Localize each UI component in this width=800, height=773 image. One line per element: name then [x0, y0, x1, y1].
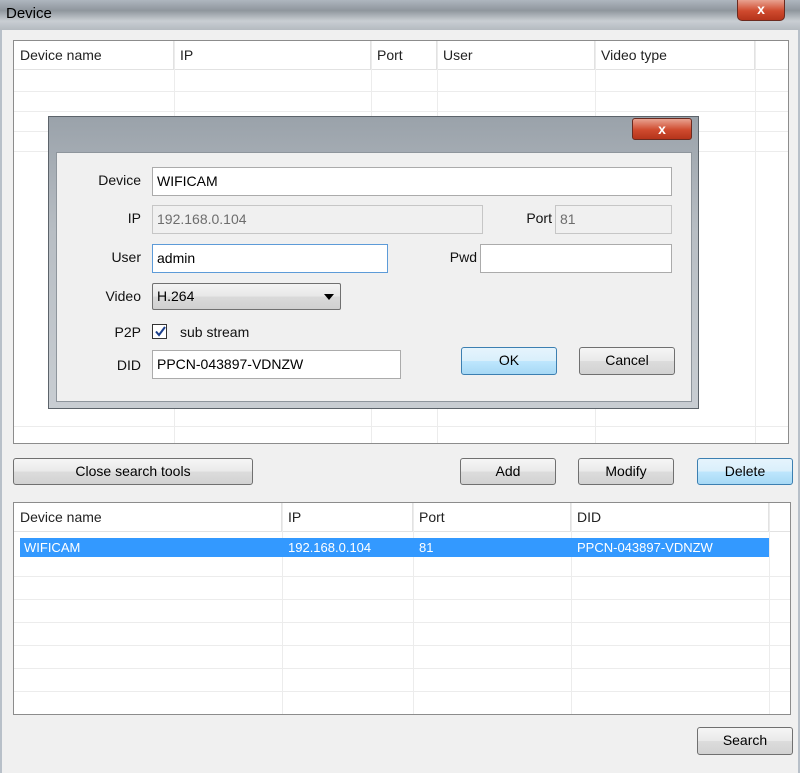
column-header-device-name[interactable]: Device name [14, 503, 282, 532]
column-header-did[interactable]: DID [571, 503, 769, 532]
grid-line [769, 503, 770, 714]
grid-line [14, 576, 790, 577]
table-row[interactable]: WIFICAM 192.168.0.104 81 PPCN-043897-VDN… [20, 538, 769, 557]
grid-line [571, 503, 572, 714]
sub-stream-checkbox[interactable] [152, 324, 167, 339]
device-label: Device [98, 172, 141, 188]
grid-line [14, 426, 788, 427]
user-label: User [111, 249, 141, 265]
device-list-table[interactable]: Device name IP Port DID WIFICAM 192.168.… [13, 502, 791, 715]
did-field[interactable]: PPCN-043897-VDNZW [152, 350, 401, 379]
window-close-button[interactable]: x [737, 0, 785, 21]
column-header-port[interactable]: Port [413, 503, 571, 532]
cell-did: PPCN-043897-VDNZW [577, 540, 713, 555]
ok-button[interactable]: OK [461, 347, 557, 375]
ip-label: IP [127, 210, 141, 226]
cancel-button[interactable]: Cancel [579, 347, 675, 375]
column-header-ip[interactable]: IP [174, 41, 371, 70]
video-type-value: H.264 [157, 288, 195, 304]
cell-device-name: WIFICAM [24, 540, 81, 555]
grid-line [14, 645, 790, 646]
checkmark-icon [155, 326, 166, 337]
device-name-field[interactable]: WIFICAM [152, 167, 672, 196]
pwd-label: Pwd [449, 249, 477, 265]
port-field: 81 [555, 205, 672, 234]
grid-line [14, 691, 790, 692]
grid-line [282, 503, 283, 714]
dialog-body: Device WIFICAM IP 192.168.0.104 Port 81 … [56, 152, 692, 402]
device-list-header: Device name IP Port DID [14, 503, 790, 532]
grid-line [14, 668, 790, 669]
sub-stream-label: sub stream [180, 324, 250, 340]
chevron-down-icon [324, 294, 334, 300]
device-edit-dialog: x Device WIFICAM IP 192.168.0.104 Port 8… [48, 116, 699, 409]
modify-button[interactable]: Modify [578, 458, 674, 485]
search-button[interactable]: Search [697, 727, 793, 755]
column-header-video-type[interactable]: Video type [595, 41, 755, 70]
grid-line [14, 91, 788, 92]
p2p-label: P2P [114, 324, 141, 340]
video-label: Video [105, 288, 141, 304]
window-title: Device [6, 5, 52, 22]
video-type-select[interactable]: H.264 [152, 283, 341, 310]
grid-line [14, 599, 790, 600]
ip-field: 192.168.0.104 [152, 205, 483, 234]
did-label: DID [116, 357, 141, 373]
column-header-device-name[interactable]: Device name [14, 41, 174, 70]
grid-line [413, 503, 414, 714]
column-header-ip[interactable]: IP [282, 503, 413, 532]
user-field[interactable]: admin [152, 244, 388, 273]
cell-ip: 192.168.0.104 [288, 540, 372, 555]
grid-line [14, 111, 788, 112]
add-button[interactable]: Add [460, 458, 556, 485]
column-header-user[interactable]: User [437, 41, 595, 70]
search-results-header: Device name IP Port User Video type [14, 41, 788, 70]
grid-line [755, 41, 756, 443]
close-icon: x [658, 121, 666, 137]
window-title-bar: Device x [0, 0, 800, 30]
column-header-port[interactable]: Port [371, 41, 437, 70]
grid-line [14, 622, 790, 623]
password-field[interactable] [480, 244, 672, 273]
close-search-tools-button[interactable]: Close search tools [13, 458, 253, 485]
port-label: Port [526, 210, 552, 226]
delete-button[interactable]: Delete [697, 458, 793, 485]
cell-port: 81 [419, 540, 434, 555]
close-icon: x [757, 1, 765, 17]
dialog-close-button[interactable]: x [632, 118, 692, 140]
